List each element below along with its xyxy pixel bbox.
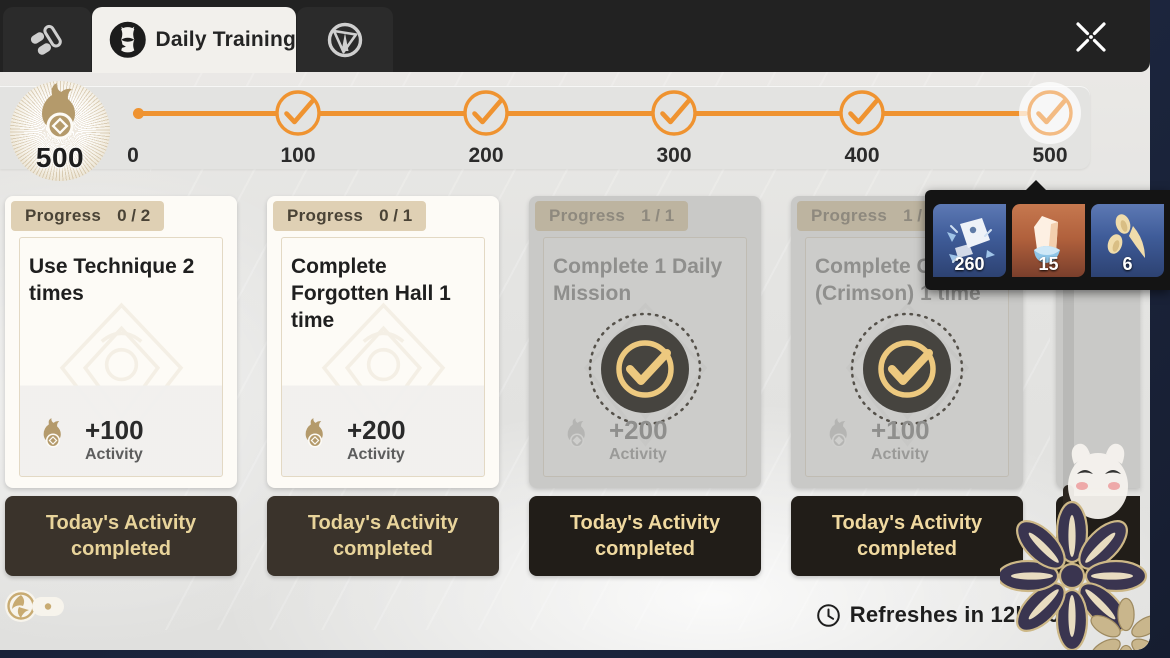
milestone-node-300[interactable]: [647, 86, 701, 140]
progress-badge: Progress 0 / 1: [273, 201, 427, 231]
check-circle-icon: [463, 90, 509, 136]
activity-orb-icon: [567, 418, 585, 448]
clock-icon: [816, 603, 840, 627]
task-description: Complete 1 Daily Mission: [553, 255, 723, 305]
task-reward: +200 Activity: [551, 412, 668, 468]
progress-badge: Progress 0 / 2: [11, 201, 165, 231]
progress-badge: Progress 1 / 1: [535, 201, 689, 231]
task-card-body: Progress 1 / 1 Complete 1 Daily Mission: [529, 196, 761, 488]
reward-amount: +200: [609, 414, 668, 445]
progress-badge-label: Progress: [25, 206, 102, 225]
check-circle-icon: [651, 90, 697, 136]
activity-orb-icon: [43, 418, 61, 448]
reward-item-count: 260: [954, 253, 985, 274]
progress-track-background: [0, 86, 1090, 169]
reward-label: Activity: [871, 445, 929, 463]
tab-bar: Daily Training: [0, 0, 1150, 73]
reward-item[interactable]: 260: [933, 203, 1006, 277]
task-card-button[interactable]: Today's Activity completed: [5, 496, 237, 576]
reward-amount: +200: [347, 414, 406, 445]
check-circle-icon: [275, 90, 321, 136]
check-circle-icon: [1027, 90, 1073, 136]
milestone-track: 0 100 200 300 400 500: [127, 82, 1081, 167]
task-description: Use Technique 2 times: [29, 255, 195, 305]
task-card[interactable]: Progress 0 / 2 Use Technique 2 times +10…: [5, 196, 237, 576]
task-card-button[interactable]: Today's Activity completed: [529, 496, 761, 576]
task-card-button-label: Today's Activity completed: [307, 512, 459, 560]
track-line-filled: [133, 111, 1028, 116]
tick-label-400: 400: [844, 144, 880, 167]
flower-ornament-icon: [1000, 500, 1150, 650]
reward-amount: +100: [871, 414, 930, 445]
reward-item[interactable]: 6: [1091, 203, 1164, 277]
milestone-node-500[interactable]: [1019, 82, 1081, 144]
activity-progress-bar: 500 0 100 200 300 400 500: [0, 78, 1120, 181]
tab-daily-training[interactable]: Daily Training: [92, 7, 296, 73]
task-card[interactable]: Progress 0 / 1 Complete Forgotten Hall 1…: [267, 196, 499, 576]
check-circle-icon: [839, 90, 885, 136]
progress-badge-label: Progress: [549, 206, 626, 225]
progress-badge-label: Progress: [287, 206, 364, 225]
tab-assignments[interactable]: [3, 7, 91, 72]
progress-badge-value: 1 / 1: [641, 206, 675, 225]
progress-badge-value: 0 / 1: [379, 206, 413, 225]
activity-orb-icon: [305, 418, 323, 448]
milestone-node-200[interactable]: [459, 86, 513, 140]
reward-item-count: 6: [1122, 253, 1133, 274]
app-root: Daily Training 500 0 100 200 300 400 500…: [0, 0, 1170, 658]
task-card-button[interactable]: Today's Activity completed: [791, 496, 1023, 576]
tab-daily-training-label: Daily Training: [155, 28, 296, 51]
tick-label-200: 200: [468, 144, 504, 167]
task-reward: +200 Activity: [289, 412, 406, 468]
tick-label-100: 100: [280, 144, 316, 167]
completed-stamp-icon: [588, 312, 702, 426]
task-card-body: Progress 0 / 1 Complete Forgotten Hall 1…: [267, 196, 499, 488]
reward-label: Activity: [609, 445, 667, 463]
tick-label-300: 300: [656, 144, 692, 167]
milestone-node-100[interactable]: [271, 86, 325, 140]
reward-item[interactable]: 15: [1012, 203, 1085, 277]
completed-stamp-icon: [850, 312, 964, 426]
reward-amount: +100: [85, 414, 144, 445]
task-card-button-label: Today's Activity completed: [569, 512, 721, 560]
blocks-icon: [30, 24, 62, 55]
task-description: Complete Forgotten Hall 1 time: [291, 255, 451, 332]
tick-label-0: 0: [127, 144, 139, 167]
progress-badge-value: 0 / 2: [117, 206, 151, 225]
reward-label: Activity: [85, 445, 143, 463]
tab-trailblaze[interactable]: [297, 7, 393, 72]
progress-badge-label: Progress: [811, 206, 888, 225]
task-reward: +100 Activity: [27, 412, 144, 468]
task-card-body: Progress 0 / 2 Use Technique 2 times +10…: [5, 196, 237, 488]
task-card[interactable]: Progress 1 / 1 Complete 1 Daily Mission: [529, 196, 761, 576]
close-icon: [1076, 22, 1106, 52]
tick-label-500: 500: [1032, 144, 1068, 167]
activity-total-value: 500: [35, 142, 85, 173]
trailblaze-icon: [327, 22, 363, 57]
activity-total-orb: 500: [10, 81, 110, 181]
reward-preview-tooltip: 260 15 6: [925, 180, 1170, 290]
bottom-left-ornament-icon: [5, 590, 64, 622]
task-reward: +100 Activity: [813, 412, 930, 468]
reward-item-count: 15: [1038, 253, 1059, 274]
task-card-button-label: Today's Activity completed: [45, 512, 197, 560]
reward-label: Activity: [347, 445, 405, 463]
daily-training-icon: [109, 22, 146, 58]
close-button[interactable]: [1062, 10, 1120, 64]
milestone-node-400[interactable]: [835, 86, 889, 140]
task-card-button[interactable]: Today's Activity completed: [267, 496, 499, 576]
activity-orb-icon: [829, 418, 847, 448]
task-card-button-label: Today's Activity completed: [831, 512, 983, 560]
track-start-dot: [133, 108, 144, 119]
daily-training-panel: Daily Training 500 0 100 200 300 400 500…: [0, 0, 1150, 650]
